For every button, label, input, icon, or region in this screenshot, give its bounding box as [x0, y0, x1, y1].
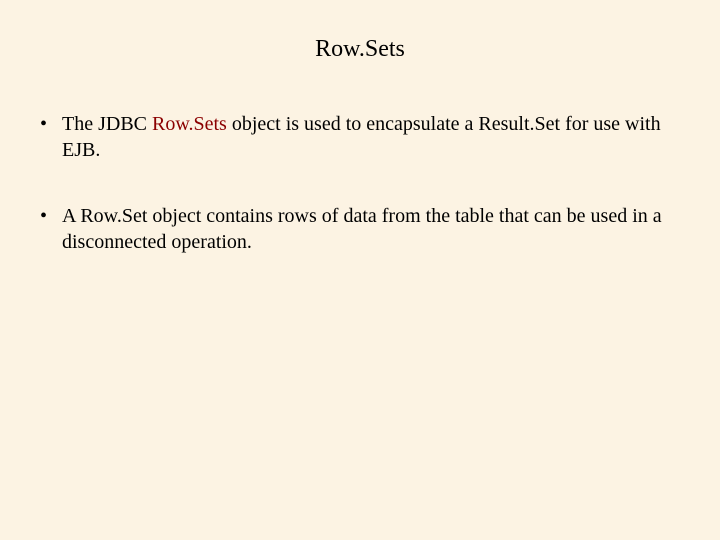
text-pre: The JDBC — [62, 113, 152, 135]
bullet-text: The JDBC Row.Sets object is used to enca… — [62, 111, 692, 163]
bullet-icon: • — [38, 111, 62, 137]
list-item: • A Row.Set object contains rows of data… — [38, 203, 692, 255]
text-pre: A Row.Set object contains rows of data f… — [62, 205, 662, 253]
list-item: • The JDBC Row.Sets object is used to en… — [38, 111, 692, 163]
bullet-icon: • — [38, 203, 62, 229]
bullet-list: • The JDBC Row.Sets object is used to en… — [28, 111, 692, 255]
slide-title: Row.Sets — [28, 36, 692, 63]
text-highlight: Row.Sets — [152, 113, 227, 135]
bullet-text: A Row.Set object contains rows of data f… — [62, 203, 692, 255]
